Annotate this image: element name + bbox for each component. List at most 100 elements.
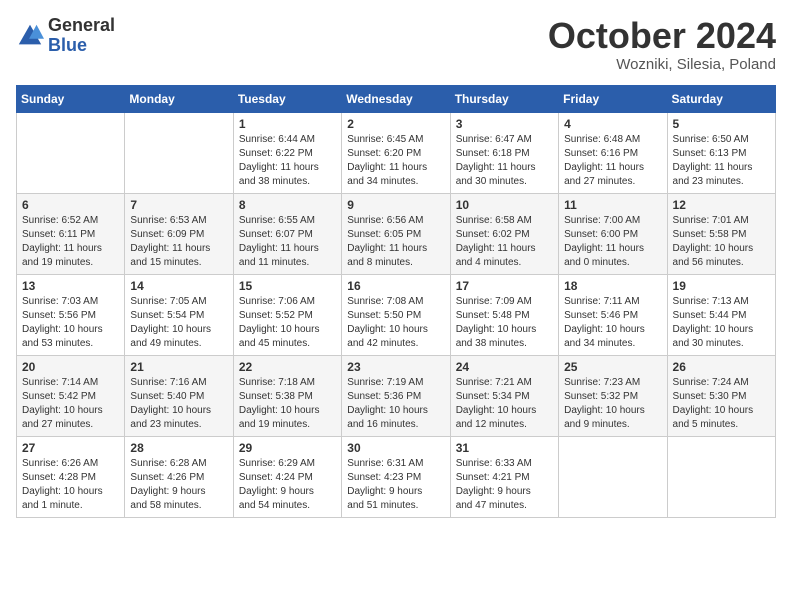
day-info: Sunrise: 7:00 AM Sunset: 6:00 PM Dayligh… xyxy=(564,214,661,270)
day-number: 24 xyxy=(456,360,553,374)
day-info: Sunrise: 6:50 AM Sunset: 6:13 PM Dayligh… xyxy=(673,133,770,189)
day-number: 4 xyxy=(564,117,661,131)
weekday-header-monday: Monday xyxy=(125,85,233,112)
day-info: Sunrise: 7:03 AM Sunset: 5:56 PM Dayligh… xyxy=(22,295,119,351)
day-number: 17 xyxy=(456,279,553,293)
weekday-header-row: SundayMondayTuesdayWednesdayThursdayFrid… xyxy=(17,85,776,112)
day-info: Sunrise: 6:56 AM Sunset: 6:05 PM Dayligh… xyxy=(347,214,444,270)
day-number: 21 xyxy=(130,360,227,374)
calendar-cell-w4-d2: 21 Sunrise: 7:16 AM Sunset: 5:40 PM Dayli… xyxy=(125,355,233,436)
page-header: General Blue October 2024 Wozniki, Siles… xyxy=(16,16,776,73)
day-number: 10 xyxy=(456,198,553,212)
week-row-4: 20 Sunrise: 7:14 AM Sunset: 5:42 PM Dayli… xyxy=(17,355,776,436)
day-number: 23 xyxy=(347,360,444,374)
calendar-cell-w3-d6: 18 Sunrise: 7:11 AM Sunset: 5:46 PM Dayli… xyxy=(559,274,667,355)
day-info: Sunrise: 6:31 AM Sunset: 4:23 PM Dayligh… xyxy=(347,457,444,513)
day-number: 13 xyxy=(22,279,119,293)
day-number: 11 xyxy=(564,198,661,212)
title-block: October 2024 Wozniki, Silesia, Poland xyxy=(548,16,776,73)
calendar-cell-w1-d6: 4 Sunrise: 6:48 AM Sunset: 6:16 PM Daylig… xyxy=(559,112,667,193)
day-info: Sunrise: 7:21 AM Sunset: 5:34 PM Dayligh… xyxy=(456,376,553,432)
weekday-header-wednesday: Wednesday xyxy=(342,85,450,112)
calendar-cell-w5-d7 xyxy=(667,436,775,517)
day-info: Sunrise: 6:48 AM Sunset: 6:16 PM Dayligh… xyxy=(564,133,661,189)
logo: General Blue xyxy=(16,16,115,56)
day-info: Sunrise: 6:47 AM Sunset: 6:18 PM Dayligh… xyxy=(456,133,553,189)
day-number: 3 xyxy=(456,117,553,131)
calendar-cell-w1-d1 xyxy=(17,112,125,193)
calendar-location: Wozniki, Silesia, Poland xyxy=(548,56,776,73)
day-number: 5 xyxy=(673,117,770,131)
day-number: 27 xyxy=(22,441,119,455)
calendar-cell-w1-d2 xyxy=(125,112,233,193)
calendar-cell-w2-d1: 6Sunrise: 6:52 AM Sunset: 6:11 PM Daylig… xyxy=(17,193,125,274)
day-info: Sunrise: 6:26 AM Sunset: 4:28 PM Dayligh… xyxy=(22,457,119,513)
day-info: Sunrise: 6:33 AM Sunset: 4:21 PM Dayligh… xyxy=(456,457,553,513)
day-info: Sunrise: 7:19 AM Sunset: 5:36 PM Dayligh… xyxy=(347,376,444,432)
calendar-cell-w3-d3: 15 Sunrise: 7:06 AM Sunset: 5:52 PM Dayli… xyxy=(233,274,341,355)
calendar-cell-w5-d1: 27 Sunrise: 6:26 AM Sunset: 4:28 PM Dayli… xyxy=(17,436,125,517)
calendar-cell-w4-d5: 24 Sunrise: 7:21 AM Sunset: 5:34 PM Dayli… xyxy=(450,355,558,436)
week-row-5: 27 Sunrise: 6:26 AM Sunset: 4:28 PM Dayli… xyxy=(17,436,776,517)
day-info: Sunrise: 7:09 AM Sunset: 5:48 PM Dayligh… xyxy=(456,295,553,351)
logo-text: General Blue xyxy=(48,16,115,56)
calendar-cell-w4-d1: 20 Sunrise: 7:14 AM Sunset: 5:42 PM Dayli… xyxy=(17,355,125,436)
day-info: Sunrise: 6:44 AM Sunset: 6:22 PM Dayligh… xyxy=(239,133,336,189)
week-row-2: 6Sunrise: 6:52 AM Sunset: 6:11 PM Daylig… xyxy=(17,193,776,274)
day-info: Sunrise: 6:28 AM Sunset: 4:26 PM Dayligh… xyxy=(130,457,227,513)
calendar-cell-w1-d5: 3 Sunrise: 6:47 AM Sunset: 6:18 PM Daylig… xyxy=(450,112,558,193)
day-number: 19 xyxy=(673,279,770,293)
week-row-3: 13 Sunrise: 7:03 AM Sunset: 5:56 PM Dayli… xyxy=(17,274,776,355)
day-info: Sunrise: 7:01 AM Sunset: 5:58 PM Dayligh… xyxy=(673,214,770,270)
calendar-cell-w2-d2: 7Sunrise: 6:53 AM Sunset: 6:09 PM Daylig… xyxy=(125,193,233,274)
day-number: 22 xyxy=(239,360,336,374)
calendar-cell-w4-d7: 26Sunrise: 7:24 AM Sunset: 5:30 PM Dayli… xyxy=(667,355,775,436)
calendar-cell-w1-d3: 1 Sunrise: 6:44 AM Sunset: 6:22 PM Daylig… xyxy=(233,112,341,193)
day-info: Sunrise: 7:11 AM Sunset: 5:46 PM Dayligh… xyxy=(564,295,661,351)
day-number: 2 xyxy=(347,117,444,131)
day-info: Sunrise: 7:08 AM Sunset: 5:50 PM Dayligh… xyxy=(347,295,444,351)
day-info: Sunrise: 6:58 AM Sunset: 6:02 PM Dayligh… xyxy=(456,214,553,270)
day-info: Sunrise: 6:45 AM Sunset: 6:20 PM Dayligh… xyxy=(347,133,444,189)
day-info: Sunrise: 7:16 AM Sunset: 5:40 PM Dayligh… xyxy=(130,376,227,432)
calendar-cell-w1-d7: 5 Sunrise: 6:50 AM Sunset: 6:13 PM Daylig… xyxy=(667,112,775,193)
day-info: Sunrise: 6:29 AM Sunset: 4:24 PM Dayligh… xyxy=(239,457,336,513)
day-info: Sunrise: 7:14 AM Sunset: 5:42 PM Dayligh… xyxy=(22,376,119,432)
calendar-cell-w4-d4: 23 Sunrise: 7:19 AM Sunset: 5:36 PM Dayli… xyxy=(342,355,450,436)
day-info: Sunrise: 7:23 AM Sunset: 5:32 PM Dayligh… xyxy=(564,376,661,432)
day-number: 7 xyxy=(130,198,227,212)
calendar-cell-w3-d1: 13 Sunrise: 7:03 AM Sunset: 5:56 PM Dayli… xyxy=(17,274,125,355)
day-number: 31 xyxy=(456,441,553,455)
calendar-cell-w4-d6: 25 Sunrise: 7:23 AM Sunset: 5:32 PM Dayli… xyxy=(559,355,667,436)
calendar-cell-w5-d6 xyxy=(559,436,667,517)
day-number: 1 xyxy=(239,117,336,131)
day-number: 20 xyxy=(22,360,119,374)
day-number: 28 xyxy=(130,441,227,455)
weekday-header-friday: Friday xyxy=(559,85,667,112)
day-info: Sunrise: 6:52 AM Sunset: 6:11 PM Dayligh… xyxy=(22,214,119,270)
day-number: 16 xyxy=(347,279,444,293)
weekday-header-tuesday: Tuesday xyxy=(233,85,341,112)
calendar-cell-w2-d6: 11 Sunrise: 7:00 AM Sunset: 6:00 PM Dayli… xyxy=(559,193,667,274)
day-info: Sunrise: 7:13 AM Sunset: 5:44 PM Dayligh… xyxy=(673,295,770,351)
weekday-header-sunday: Sunday xyxy=(17,85,125,112)
day-info: Sunrise: 7:06 AM Sunset: 5:52 PM Dayligh… xyxy=(239,295,336,351)
calendar-cell-w2-d4: 9 Sunrise: 6:56 AM Sunset: 6:05 PM Daylig… xyxy=(342,193,450,274)
calendar-cell-w3-d2: 14Sunrise: 7:05 AM Sunset: 5:54 PM Dayli… xyxy=(125,274,233,355)
day-number: 15 xyxy=(239,279,336,293)
day-number: 18 xyxy=(564,279,661,293)
day-number: 9 xyxy=(347,198,444,212)
day-number: 26 xyxy=(673,360,770,374)
day-number: 25 xyxy=(564,360,661,374)
calendar-cell-w3-d7: 19 Sunrise: 7:13 AM Sunset: 5:44 PM Dayli… xyxy=(667,274,775,355)
day-number: 14 xyxy=(130,279,227,293)
calendar-table: SundayMondayTuesdayWednesdayThursdayFrid… xyxy=(16,85,776,518)
calendar-cell-w2-d3: 8Sunrise: 6:55 AM Sunset: 6:07 PM Daylig… xyxy=(233,193,341,274)
day-info: Sunrise: 7:18 AM Sunset: 5:38 PM Dayligh… xyxy=(239,376,336,432)
calendar-cell-w5-d2: 28 Sunrise: 6:28 AM Sunset: 4:26 PM Dayli… xyxy=(125,436,233,517)
calendar-cell-w5-d5: 31 Sunrise: 6:33 AM Sunset: 4:21 PM Dayli… xyxy=(450,436,558,517)
logo-icon xyxy=(16,22,44,50)
calendar-cell-w4-d3: 22 Sunrise: 7:18 AM Sunset: 5:38 PM Dayli… xyxy=(233,355,341,436)
calendar-cell-w5-d4: 30Sunrise: 6:31 AM Sunset: 4:23 PM Dayli… xyxy=(342,436,450,517)
week-row-1: 1 Sunrise: 6:44 AM Sunset: 6:22 PM Daylig… xyxy=(17,112,776,193)
